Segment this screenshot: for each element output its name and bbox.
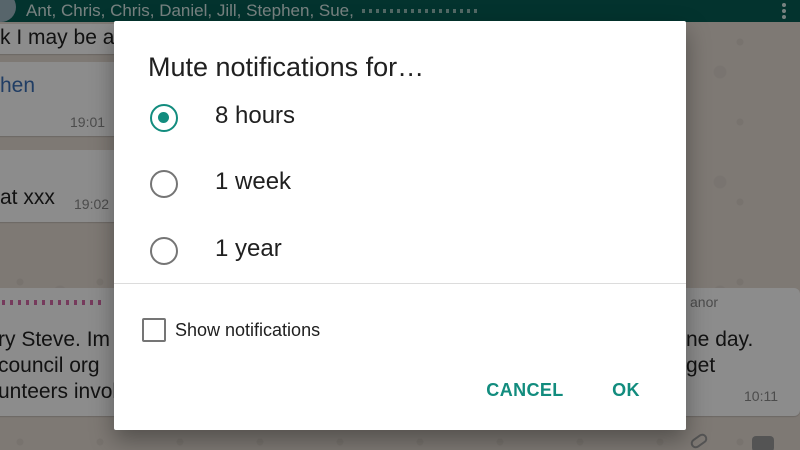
show-notifications-checkbox[interactable] [142, 318, 166, 342]
show-notifications-checkbox-row[interactable]: Show notifications [140, 314, 400, 348]
radio-dot-icon [158, 112, 169, 123]
option-8-hours[interactable]: 8 hours [114, 88, 686, 148]
radio-button-selected[interactable] [150, 104, 178, 132]
option-label: 8 hours [215, 102, 296, 129]
mute-notifications-dialog: Mute notifications for… 8 hours 1 week 1… [114, 21, 686, 430]
ok-button[interactable]: OK [608, 372, 644, 408]
divider [114, 283, 686, 284]
option-label: 1 year [215, 235, 282, 262]
dialog-title: Mute notifications for… [148, 52, 425, 82]
option-1-year[interactable]: 1 year [114, 221, 686, 281]
option-1-week[interactable]: 1 week [114, 154, 686, 214]
radio-button[interactable] [150, 237, 178, 265]
radio-button[interactable] [150, 170, 178, 198]
cancel-button[interactable]: CANCEL [482, 372, 568, 408]
show-notifications-label: Show notifications [175, 320, 321, 340]
option-label: 1 week [215, 168, 292, 195]
